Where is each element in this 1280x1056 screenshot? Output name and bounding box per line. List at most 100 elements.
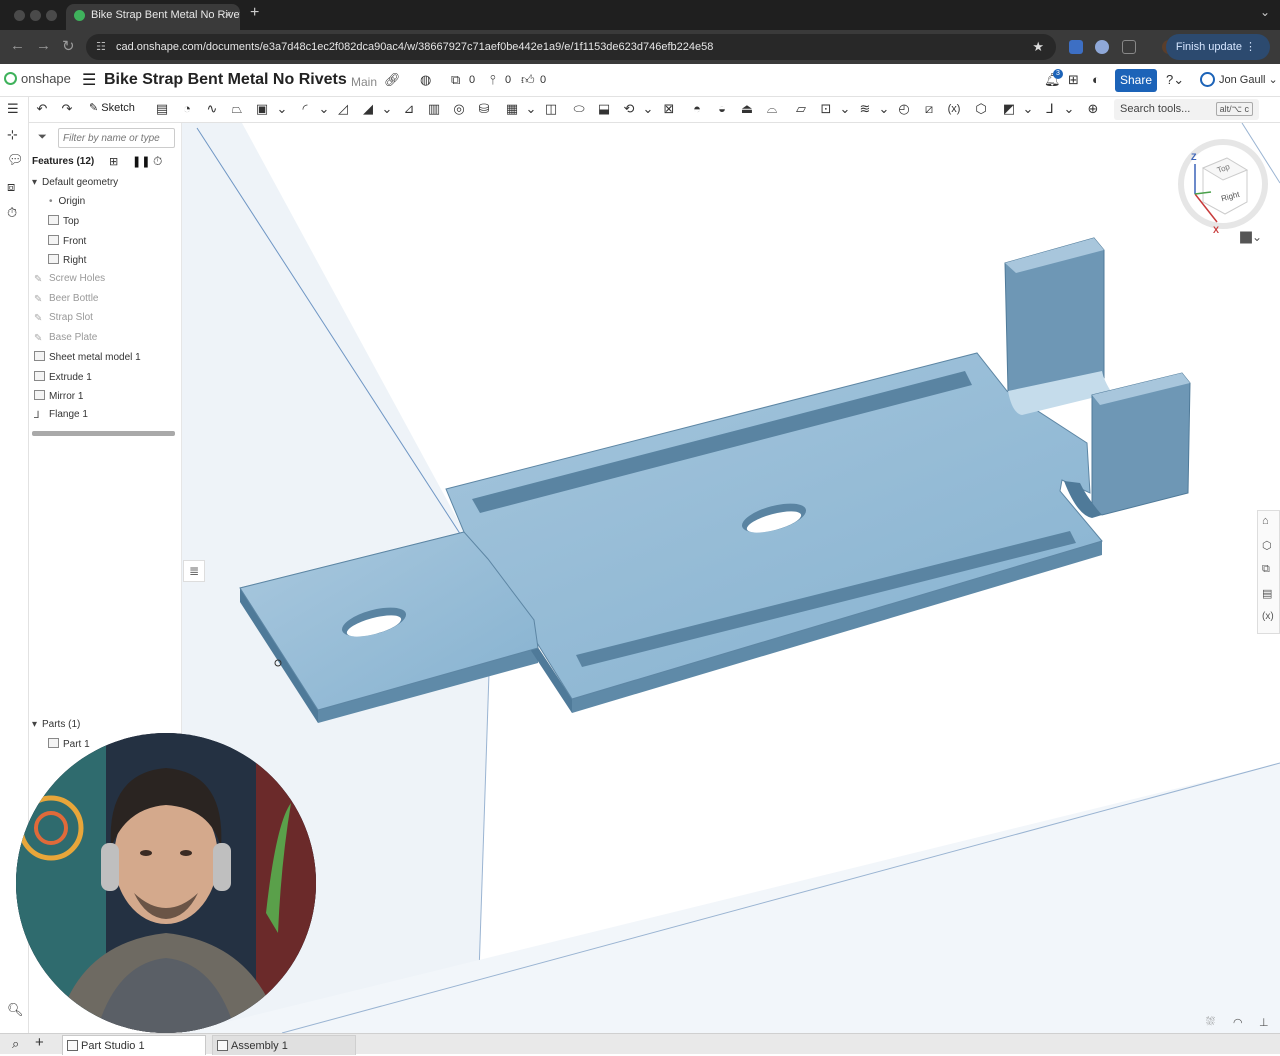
site-settings-icon[interactable]: ☷ — [96, 34, 106, 60]
branch-name[interactable]: Main — [351, 75, 377, 89]
expand-caret-icon[interactable]: ▾ — [32, 177, 42, 188]
filter-funnel-icon[interactable]: ⏷ — [38, 131, 47, 144]
onshape-logo[interactable]: onshape — [4, 71, 71, 86]
bookmark-star-icon[interactable]: ★ — [1032, 34, 1044, 60]
parts-cube-icon[interactable]: ⬡ — [1262, 539, 1272, 552]
dropdown-chevron-icon[interactable]: ⌄ — [379, 101, 395, 117]
browser-tab[interactable]: Bike Strap Bent Metal No Rivets × — [66, 4, 240, 30]
split-icon[interactable]: ⬓ — [596, 101, 612, 117]
app-store-icon[interactable]: ⊞ — [1068, 72, 1079, 88]
insert-search-icon[interactable]: 🔍︎ — [7, 1002, 24, 1018]
modify-fillet-icon[interactable]: ◓ — [689, 101, 705, 117]
mirror-icon[interactable]: ◫ — [543, 101, 559, 117]
offset-surface-icon[interactable]: ⌓ — [764, 101, 780, 117]
add-element-icon[interactable]: + — [35, 1034, 44, 1051]
sheet-metal-table-icon[interactable]: ▤ — [1262, 587, 1272, 600]
thicken-icon[interactable]: ▣ — [254, 101, 270, 117]
plane-icon[interactable]: ▱ — [793, 101, 809, 117]
toggle-feature-list-icon[interactable]: ≣ — [183, 560, 205, 582]
pause-rollback-icon[interactable]: ❚❚ — [132, 155, 150, 168]
variable-icon[interactable]: (x) — [946, 101, 962, 117]
extrude-icon[interactable]: ▤ — [154, 101, 170, 117]
feature-item-beer-bottle[interactable]: ✎ Beer Bottle — [34, 293, 98, 305]
dropdown-chevron-icon[interactable]: ⌄ — [316, 101, 332, 117]
tree-group-parts[interactable]: ▾ Parts (1) — [32, 719, 80, 730]
finish-update-button[interactable]: Finish update ⋮ — [1165, 34, 1270, 60]
redo-icon[interactable]: ↷ — [59, 101, 75, 117]
dropdown-chevron-icon[interactable]: ⌄ — [837, 101, 853, 117]
sketch-button[interactable]: ✎ Sketch — [89, 101, 135, 114]
sweep-icon[interactable]: ∿ — [204, 101, 220, 117]
cylinder-icon[interactable]: ⛁ — [476, 101, 492, 117]
dropdown-chevron-icon[interactable]: ⌄ — [523, 101, 539, 117]
close-window-button[interactable] — [14, 10, 25, 21]
close-tab-icon[interactable]: × — [224, 4, 232, 26]
section-icon[interactable]: ⊥ — [1259, 1016, 1269, 1029]
add-folder-icon[interactable]: ⊞ — [109, 155, 118, 168]
hole-icon[interactable]: ◎ — [451, 101, 467, 117]
expand-caret-icon[interactable]: ▾ — [32, 719, 42, 730]
draft-icon[interactable]: ◢ — [360, 101, 376, 117]
back-arrow-icon[interactable]: ← — [10, 37, 25, 54]
shell-icon[interactable]: ▥ — [426, 101, 442, 117]
rollback-bar[interactable] — [32, 431, 175, 436]
configurations-icon[interactable]: ⧉ — [1262, 563, 1270, 576]
feature-item-right[interactable]: Right — [48, 254, 86, 266]
sheet-metal-icon[interactable]: ⬡ — [973, 101, 989, 117]
reload-icon[interactable]: ↻ — [62, 37, 75, 55]
comments-icon[interactable]: 💬︎ — [7, 152, 24, 168]
link-icon[interactable]: 🔗︎ — [384, 72, 401, 88]
feature-filter-input[interactable] — [58, 128, 175, 148]
feature-item-origin[interactable]: • Origin — [49, 196, 85, 207]
camera-icon[interactable]: ◠ — [1233, 1016, 1243, 1029]
password-manager-icon[interactable] — [1095, 40, 1109, 54]
boolean-icon[interactable]: ⬭ — [571, 101, 587, 117]
fillet-icon[interactable]: ◜ — [297, 101, 313, 117]
loft-icon[interactable]: ⏢ — [229, 101, 245, 117]
document-menu-icon[interactable]: ☰ — [82, 70, 96, 90]
user-menu[interactable]: Jon Gaull ⌄ — [1200, 72, 1278, 87]
feature-item-extrude[interactable]: Extrude 1 — [34, 371, 92, 383]
zoom-window-button[interactable] — [46, 10, 57, 21]
new-tab-button[interactable]: + — [250, 4, 259, 22]
variables-icon[interactable]: ⊹ — [7, 127, 18, 143]
view-cube[interactable]: Z X Top Right — [1165, 130, 1275, 240]
revolve-icon[interactable]: ◔ — [179, 101, 195, 117]
feature-item-strap-slot[interactable]: ✎ Strap Slot — [34, 312, 93, 324]
forward-arrow-icon[interactable]: → — [36, 37, 51, 54]
feature-item-screw-holes[interactable]: ✎ Screw Holes — [34, 273, 105, 285]
section-view-icon[interactable]: ⧄ — [921, 101, 937, 117]
tab-assembly[interactable]: Assembly 1 — [212, 1035, 356, 1055]
feature-item-front[interactable]: Front — [48, 235, 86, 247]
move-face-icon[interactable]: ◒ — [714, 101, 730, 117]
public-globe-icon[interactable]: ◍ — [420, 72, 431, 88]
branches-icon[interactable]: ⫯ — [490, 72, 496, 88]
rebuild-timer-icon[interactable]: ⏱︎ — [153, 154, 162, 169]
document-title[interactable]: Bike Strap Bent Metal No Rivets — [104, 71, 347, 89]
search-element-icon[interactable]: ⌕ — [12, 1036, 19, 1052]
rib-icon[interactable]: ⊿ — [401, 101, 417, 117]
tab-part-studio[interactable]: Part Studio 1 — [62, 1035, 206, 1055]
like-thumb-icon[interactable]: 👍︎ — [521, 72, 535, 88]
minimize-window-button[interactable] — [30, 10, 41, 21]
pattern-icon[interactable]: ▦ — [504, 101, 520, 117]
extension-icon[interactable] — [1069, 40, 1083, 54]
dropdown-chevron-icon[interactable]: ⌄ — [1020, 101, 1036, 117]
help-icon[interactable]: ?⌄ — [1166, 72, 1184, 88]
variables-table-icon[interactable]: (x) — [1262, 611, 1274, 622]
dropdown-chevron-icon[interactable]: ⌄ — [274, 101, 290, 117]
feature-item-base-plate[interactable]: ✎ Base Plate — [34, 332, 97, 344]
graphics-viewport[interactable]: Z X Top Right ⬛︎⌄ ⛆ ◠ ⊥ — [182, 123, 1280, 1033]
replace-face-icon[interactable]: ⏏ — [739, 101, 755, 117]
address-bar[interactable]: ☷ cad.onshape.com/documents/e3a7d48c1ec2… — [86, 34, 1056, 60]
flange-icon[interactable]: ◩ — [1001, 101, 1017, 117]
feature-item-mirror[interactable]: Mirror 1 — [34, 390, 83, 402]
delete-part-icon[interactable]: ⊠ — [661, 101, 677, 117]
feature-item-top[interactable]: Top — [48, 215, 79, 227]
tree-group-default-geometry[interactable]: ▾ Default geometry — [32, 177, 118, 188]
feature-list-icon[interactable]: ☰ — [7, 101, 19, 117]
undo-icon[interactable]: ↶ — [34, 101, 50, 117]
versions-icon[interactable]: ⧉ — [451, 72, 460, 88]
dropdown-chevron-icon[interactable]: ⌄ — [640, 101, 656, 117]
mate-connector-icon[interactable]: ⊡ — [818, 101, 834, 117]
